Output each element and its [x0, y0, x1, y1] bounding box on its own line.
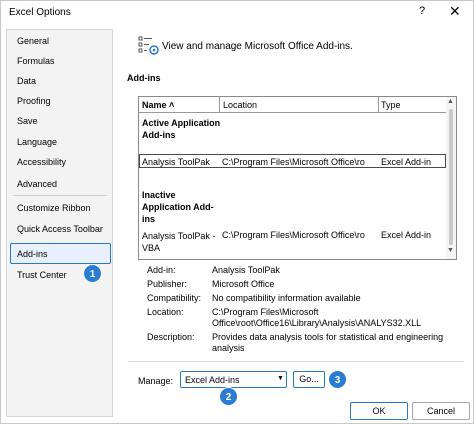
cancel-button[interactable]: Cancel	[412, 402, 470, 420]
title-bar: Excel Options ? ✕	[1, 1, 473, 25]
detail-value-description: Provides data analysis tools for statist…	[212, 332, 444, 353]
help-button[interactable]: ?	[419, 5, 425, 17]
column-divider[interactable]	[219, 97, 220, 113]
add-ins-list[interactable]: Name ˄ Location Type Active Application …	[138, 96, 457, 260]
window-title: Excel Options	[9, 7, 71, 18]
detail-value-compatibility: No compatibility information available	[212, 293, 361, 303]
page-heading: View and manage Microsoft Office Add-ins…	[162, 41, 353, 52]
manage-label: Manage:	[138, 376, 174, 386]
manage-dropdown-value: Excel Add-ins	[185, 375, 240, 385]
group-label-inactive: Inactive Application Add-ins	[142, 190, 214, 224]
sidebar-item-data[interactable]: Data	[17, 76, 36, 86]
manage-dropdown[interactable]: Excel Add-ins ▼	[180, 371, 287, 388]
step-badge-1: 1	[83, 264, 102, 283]
column-divider[interactable]	[378, 97, 379, 113]
detail-label-publisher: Publisher:	[147, 279, 188, 289]
list-header: Name ˄ Location Type	[139, 97, 446, 113]
sidebar-item-general[interactable]: General	[17, 36, 49, 46]
detail-label-add-in: Add-in:	[147, 265, 176, 275]
scroll-thumb[interactable]	[449, 109, 453, 245]
column-header-type[interactable]: Type	[381, 100, 401, 110]
detail-value-add-in: Analysis ToolPak	[212, 265, 280, 275]
options-sidebar: General Formulas Data Proofing Save Lang…	[6, 29, 113, 417]
row-type: Excel Add-in	[381, 157, 432, 167]
sidebar-item-advanced[interactable]: Advanced	[17, 179, 57, 189]
detail-value-publisher: Microsoft Office	[212, 279, 275, 289]
sidebar-item-proofing[interactable]: Proofing	[17, 96, 51, 106]
add-ins-section-label: Add-ins	[127, 73, 161, 83]
row-type: Excel Add-in	[381, 230, 432, 240]
detail-label-compatibility: Compatibility:	[147, 293, 202, 303]
sidebar-item-add-ins[interactable]: Add-ins	[17, 249, 48, 259]
ok-button[interactable]: OK	[350, 402, 408, 420]
sidebar-item-save[interactable]: Save	[17, 116, 38, 126]
row-name[interactable]: Analysis ToolPak - VBA	[142, 230, 220, 254]
column-header-location[interactable]: Location	[223, 100, 257, 110]
close-button[interactable]: ✕	[449, 3, 461, 20]
scroll-up-arrow-icon[interactable]: ▲	[447, 98, 454, 105]
sidebar-item-formulas[interactable]: Formulas	[17, 56, 55, 66]
step-badge-2: 2	[219, 387, 238, 406]
row-name[interactable]: Analysis ToolPak	[142, 157, 210, 167]
add-ins-icon	[138, 35, 160, 57]
detail-value-location: C:\Program Files\Microsoft Office\root\O…	[212, 307, 422, 328]
vertical-scrollbar[interactable]: ▲ ▼	[446, 97, 456, 259]
group-label-active: Active Application Add-ins	[142, 118, 221, 140]
go-button[interactable]: Go...	[293, 371, 325, 388]
sidebar-item-trust-center[interactable]: Trust Center	[17, 270, 67, 280]
sidebar-item-quick-access-toolbar[interactable]: Quick Access Toolbar	[17, 224, 103, 234]
excel-options-dialog: Excel Options ? ✕ General Formulas Data …	[0, 0, 474, 424]
step-badge-3: 3	[328, 370, 347, 389]
row-location: C:\Program Files\Microsoft Office\ro	[222, 230, 365, 240]
chevron-down-icon: ▼	[277, 375, 284, 382]
section-divider	[128, 361, 464, 362]
detail-label-description: Description:	[147, 332, 195, 342]
detail-label-location: Location:	[147, 307, 184, 317]
scroll-down-arrow-icon[interactable]: ▼	[447, 247, 454, 254]
sidebar-divider	[13, 195, 107, 196]
column-header-name[interactable]: Name ˄	[142, 100, 174, 110]
sidebar-item-accessibility[interactable]: Accessibility	[17, 157, 66, 167]
sidebar-item-language[interactable]: Language	[17, 137, 57, 147]
row-location: C:\Program Files\Microsoft Office\ro	[222, 157, 365, 167]
sidebar-item-customize-ribbon[interactable]: Customize Ribbon	[17, 203, 91, 213]
